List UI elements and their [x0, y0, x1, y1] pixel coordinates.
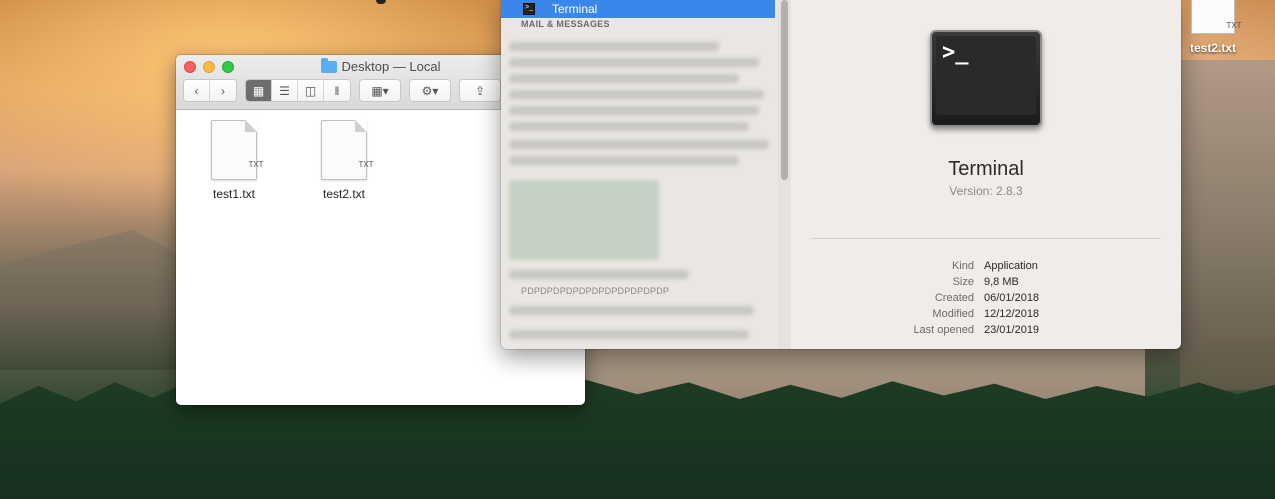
- app-version: Version: 2.8.3: [949, 184, 1023, 198]
- blurred-list-item[interactable]: [509, 330, 749, 339]
- text-file-icon: TXT: [1191, 0, 1242, 34]
- divider: [811, 238, 1161, 239]
- info-row: Created 06/01/2018: [851, 290, 1151, 306]
- info-row: Kind Application: [851, 258, 1151, 274]
- info-key: Kind: [951, 260, 974, 272]
- app-detail-pane: >_ Terminal Version: 2.8.3 Kind Applicat…: [791, 0, 1181, 349]
- arrange-button[interactable]: ▦▾: [360, 80, 400, 101]
- app-list-item-terminal[interactable]: >_ Terminal: [501, 0, 775, 18]
- app-info-window[interactable]: >_ Terminal MAIL & MESSAGES PDPDPDPDPDPD…: [501, 0, 1181, 349]
- info-value: 9,8 MB: [984, 276, 1019, 288]
- info-row: Last opened 23/01/2019: [851, 322, 1151, 338]
- file-name: test2.txt: [322, 187, 366, 201]
- info-value: 12/12/2018: [984, 308, 1040, 320]
- app-info-table: Kind Application Size 9,8 MB Created 06/…: [851, 258, 1151, 338]
- prompt-glyph: >_: [942, 40, 969, 65]
- app-list-sidebar[interactable]: >_ Terminal MAIL & MESSAGES PDPDPDPDPDPD…: [501, 0, 791, 349]
- sidebar-scroll-thumb[interactable]: [781, 0, 788, 180]
- text-file-icon: TXT: [321, 120, 374, 180]
- column-view-button[interactable]: ◫: [298, 80, 324, 101]
- share-button[interactable]: ⇪: [460, 80, 500, 101]
- folder-icon: [320, 57, 337, 73]
- info-value: 06/01/2018: [984, 292, 1040, 304]
- info-key: Created: [934, 292, 974, 304]
- columns-icon: ◫: [304, 83, 317, 98]
- grid-icon: ▦: [252, 83, 265, 98]
- wallpaper-cliff-right: [1180, 60, 1275, 390]
- chevron-left-icon: ‹: [194, 83, 199, 98]
- list-icon: ☰: [279, 83, 290, 98]
- section-header: PDPDPDPDPDPDPDPDPDPDPDP: [521, 286, 670, 296]
- desktop-artifact: [376, 0, 386, 4]
- info-key: Size: [952, 276, 974, 288]
- icon-view-button[interactable]: ▦: [246, 80, 272, 101]
- info-key: Modified: [932, 308, 974, 320]
- coverflow-view-button[interactable]: ‖: [324, 80, 350, 101]
- app-name: Terminal: [948, 158, 1024, 180]
- blurred-list-item[interactable]: [509, 42, 719, 51]
- list-view-button[interactable]: ☰: [272, 80, 298, 101]
- share-icon: ⇪: [474, 83, 486, 98]
- share-group: ⇪: [459, 79, 501, 102]
- gear-icon: ⚙▾: [421, 83, 439, 98]
- info-key: Last opened: [913, 324, 974, 336]
- nav-buttons: ‹ ›: [183, 79, 237, 102]
- text-file-icon: TXT: [211, 120, 264, 180]
- action-button[interactable]: ⚙▾: [410, 80, 450, 101]
- window-title-text: Desktop — Local: [341, 59, 441, 74]
- blurred-list-item[interactable]: [509, 58, 759, 67]
- file-ext-label: TXT: [1226, 21, 1242, 30]
- blurred-list-item[interactable]: [509, 106, 759, 115]
- action-group: ⚙▾: [409, 79, 451, 102]
- blurred-list-item[interactable]: [509, 270, 689, 279]
- file-item-test2[interactable]: TXT test2.txt: [304, 120, 384, 201]
- file-ext-label: TXT: [248, 160, 264, 169]
- app-list-item-label: Terminal: [552, 2, 598, 16]
- file-item-test1[interactable]: TXT test1.txt: [194, 120, 274, 201]
- file-ext-label: TXT: [358, 160, 374, 169]
- terminal-icon: >_: [930, 30, 1042, 127]
- blurred-list-item[interactable]: [509, 156, 739, 165]
- desktop-file-name: test2.txt: [1189, 41, 1236, 55]
- coverflow-icon: ‖: [334, 83, 340, 98]
- info-row: Size 9,8 MB: [851, 274, 1151, 290]
- blurred-list-item[interactable]: [509, 90, 764, 99]
- blurred-list-item[interactable]: [509, 306, 754, 315]
- terminal-app-icon: >_: [523, 3, 535, 15]
- arrange-icon: ▦▾: [371, 83, 389, 98]
- section-header: MAIL & MESSAGES: [521, 19, 610, 29]
- blurred-list-block: [509, 180, 659, 260]
- back-button[interactable]: ‹: [184, 80, 210, 101]
- forward-button[interactable]: ›: [210, 80, 236, 101]
- chevron-right-icon: ›: [221, 83, 225, 98]
- blurred-list-item[interactable]: [509, 140, 769, 149]
- blurred-list-item[interactable]: [509, 122, 749, 131]
- wallpaper-rock-left: [0, 230, 190, 370]
- view-mode-group: ▦ ☰ ◫ ‖: [245, 79, 351, 102]
- info-row: Modified 12/12/2018: [851, 306, 1151, 322]
- blurred-list-item[interactable]: [509, 74, 739, 83]
- desktop-file-test2[interactable]: TXT test2.txt: [1181, 0, 1245, 55]
- finder-toolbar: ‹ › ▦ ☰ ◫ ‖ ▦▾ ⚙▾ ⇪: [183, 79, 501, 102]
- arrange-group: ▦▾: [359, 79, 401, 102]
- file-name: test1.txt: [212, 187, 256, 201]
- info-value: 23/01/2019: [984, 324, 1040, 336]
- info-value: Application: [984, 260, 1038, 272]
